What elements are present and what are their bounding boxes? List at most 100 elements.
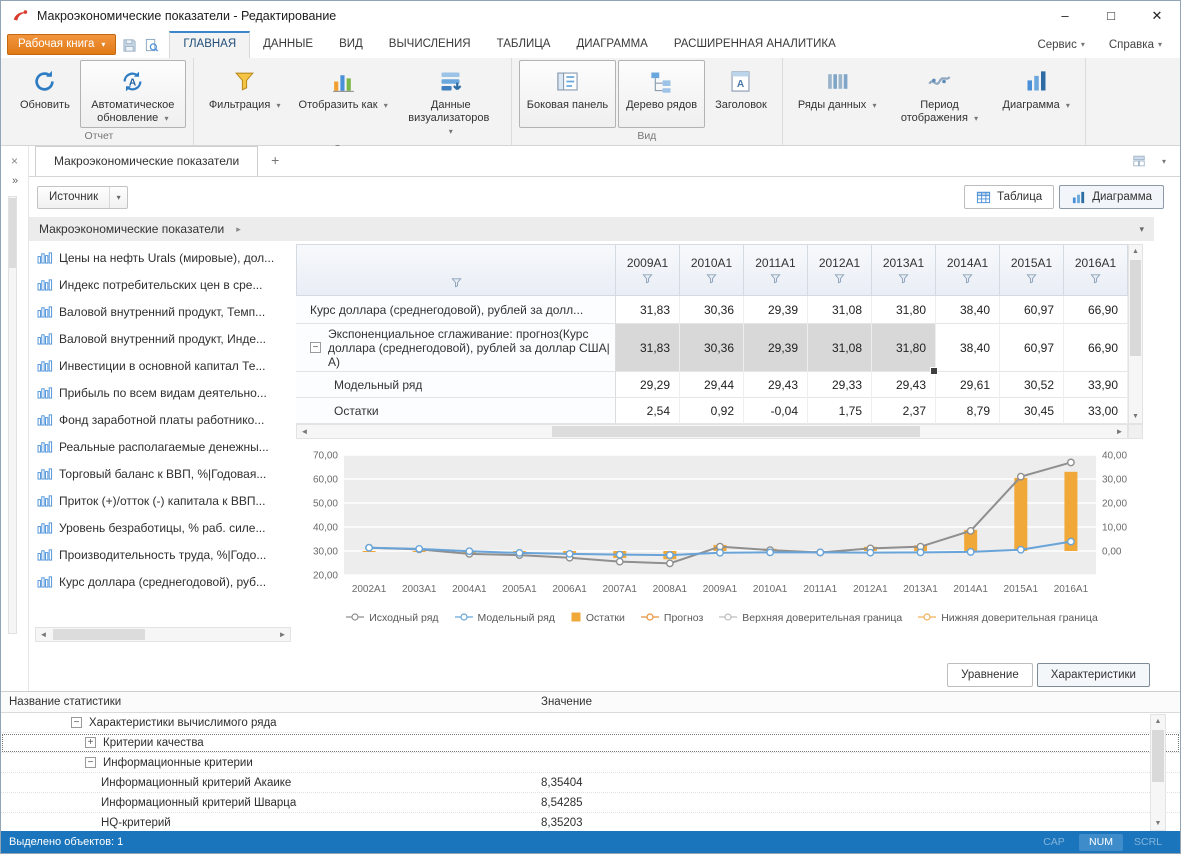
column-header[interactable]: 2011A1 — [744, 244, 808, 296]
table-horizontal-scrollbar[interactable]: ◄ ► — [296, 424, 1128, 439]
table-cell[interactable]: 2,37 — [872, 398, 936, 424]
series-tree-item[interactable]: Валовой внутренний продукт, Инде... — [33, 325, 295, 352]
table-cell[interactable]: 66,90 — [1064, 324, 1128, 372]
column-header[interactable]: 2014A1 — [936, 244, 1000, 296]
tree-toggle-icon[interactable]: + — [85, 737, 96, 748]
dropdown-caret-icon[interactable]: ▾ — [109, 187, 127, 208]
table-cell[interactable]: 29,39 — [744, 324, 808, 372]
legend-item[interactable]: Исходный ряд — [346, 611, 438, 625]
table-cell[interactable]: 60,97 — [1000, 296, 1064, 324]
ribbon-tab-2[interactable]: ВИД — [326, 31, 376, 58]
ribbon-tab-0[interactable]: ГЛАВНАЯ — [169, 31, 250, 58]
scroll-down-icon[interactable]: ▼ — [1129, 410, 1142, 423]
series-tree-item[interactable]: Прибыль по всем видам деятельно... — [33, 379, 295, 406]
top-menu-0[interactable]: Сервис▾ — [1037, 39, 1084, 51]
table-cell[interactable]: 0,92 — [680, 398, 744, 424]
ribbon-button-refresh[interactable]: Обновить — [12, 60, 78, 128]
tree-horizontal-scrollbar[interactable]: ◄ ► — [35, 627, 291, 642]
stats-row[interactable]: Информационный критерий Шварца8,54285 — [1, 793, 1180, 813]
legend-item[interactable]: Остатки — [571, 611, 625, 625]
table-cell[interactable]: 31,08 — [808, 324, 872, 372]
table-cell[interactable]: 30,36 — [680, 296, 744, 324]
filter-icon[interactable] — [451, 277, 462, 288]
result-tab-1[interactable]: Характеристики — [1037, 663, 1150, 687]
preview-icon[interactable] — [144, 38, 159, 53]
table-cell[interactable]: 38,40 — [936, 324, 1000, 372]
scrollbar-thumb[interactable] — [53, 629, 145, 640]
scroll-up-icon[interactable]: ▲ — [1151, 715, 1165, 728]
ribbon-button-chart[interactable]: Диаграмма ▾ — [995, 60, 1078, 128]
scrollbar-thumb[interactable] — [1152, 730, 1164, 782]
column-header[interactable]: 2009A1 — [616, 244, 680, 296]
table-cell[interactable]: 29,33 — [808, 372, 872, 398]
ribbon-button-display-as[interactable]: Отобразить как ▾ — [291, 60, 396, 141]
table-cell[interactable]: 29,43 — [872, 372, 936, 398]
column-header[interactable]: 2015A1 — [1000, 244, 1064, 296]
ribbon-button-header-title[interactable]: AЗаголовок — [707, 60, 775, 128]
scrollbar-track[interactable] — [1151, 728, 1165, 817]
source-button[interactable]: Источник ▾ — [37, 186, 128, 209]
table-cell[interactable]: 31,08 — [808, 296, 872, 324]
table-cell[interactable]: 8,79 — [936, 398, 1000, 424]
table-vertical-scrollbar[interactable]: ▲ ▼ — [1128, 244, 1143, 424]
stats-row[interactable]: −Информационные критерии — [1, 753, 1180, 773]
scrollbar-track[interactable] — [312, 425, 1112, 438]
ribbon-tab-1[interactable]: ДАННЫЕ — [250, 31, 326, 58]
table-cell[interactable]: 38,40 — [936, 296, 1000, 324]
add-tab-button[interactable]: + — [258, 146, 292, 176]
view-button-chart[interactable]: Диаграмма — [1059, 185, 1164, 209]
document-tab[interactable]: Макроэкономические показатели — [35, 146, 258, 176]
stats-row[interactable]: Информационный критерий Акаике8,35404 — [1, 773, 1180, 793]
collapse-toggle-icon[interactable]: − — [310, 342, 321, 353]
series-tree-item[interactable]: Валовой внутренний продукт, Темп... — [33, 298, 295, 325]
dropdown-caret-icon[interactable]: ▾ — [1162, 157, 1166, 166]
panel-expand-icon[interactable]: » — [1, 175, 28, 187]
maximize-button[interactable]: □ — [1088, 1, 1134, 31]
workbook-menu-button[interactable]: Рабочая книга ▾ — [7, 34, 116, 55]
report-section-header[interactable]: Макроэкономические показатели ▸ ▾ — [29, 217, 1154, 241]
ribbon-button-series-tree[interactable]: Дерево рядов — [618, 60, 705, 128]
table-cell[interactable]: 33,90 — [1064, 372, 1128, 398]
legend-item[interactable]: Верхняя доверительная граница — [719, 611, 902, 625]
table-cell[interactable]: 31,80 — [872, 296, 936, 324]
filter-icon[interactable] — [1090, 273, 1101, 284]
row-header[interactable]: Курс доллара (среднегодовой), рублей за … — [296, 296, 616, 324]
scrollbar-thumb[interactable] — [552, 426, 920, 437]
ribbon-button-display-period[interactable]: Период отображения ▾ — [887, 60, 993, 128]
legend-item[interactable]: Нижняя доверительная граница — [918, 611, 1098, 625]
minimize-button[interactable]: – — [1042, 1, 1088, 31]
series-tree-item[interactable]: Курс доллара (среднегодовой), руб... — [33, 568, 295, 595]
series-tree-item[interactable]: Реальные располагаемые денежны... — [33, 433, 295, 460]
filter-icon[interactable] — [898, 273, 909, 284]
table-cell[interactable]: 31,83 — [616, 324, 680, 372]
series-tree-item[interactable]: Приток (+)/отток (-) капитала к ВВП... — [33, 487, 295, 514]
column-header-rows[interactable] — [296, 244, 616, 296]
ribbon-button-data-series[interactable]: Ряды данных ▾ — [790, 60, 885, 128]
scrollbar-track[interactable] — [51, 628, 275, 641]
series-tree-item[interactable]: Инвестиции в основной капитал Те... — [33, 352, 295, 379]
table-cell[interactable]: 30,45 — [1000, 398, 1064, 424]
filter-icon[interactable] — [706, 273, 717, 284]
series-tree-item[interactable]: Уровень безработицы, % раб. силе... — [33, 514, 295, 541]
row-header[interactable]: Модельный ряд — [296, 372, 616, 398]
top-menu-1[interactable]: Справка▾ — [1109, 39, 1162, 51]
table-cell[interactable]: 60,97 — [1000, 324, 1064, 372]
tree-toggle-icon[interactable]: − — [71, 717, 82, 728]
table-cell[interactable]: -0,04 — [744, 398, 808, 424]
table-cell[interactable]: 33,00 — [1064, 398, 1128, 424]
scroll-up-icon[interactable]: ▲ — [1129, 245, 1142, 258]
dropdown-caret-icon[interactable]: ▾ — [1139, 224, 1144, 235]
series-tree-item[interactable]: Производительность труда, %|Годо... — [33, 541, 295, 568]
table-cell[interactable]: 31,80 — [872, 324, 936, 372]
stats-row[interactable]: HQ-критерий8,35203 — [1, 813, 1180, 831]
scrollbar-thumb[interactable] — [9, 198, 16, 268]
ribbon-button-visualizer-data[interactable]: Данные визуализаторов ▾ — [398, 60, 504, 141]
filter-icon[interactable] — [1026, 273, 1037, 284]
table-cell[interactable]: 31,83 — [616, 296, 680, 324]
report-layout-icon[interactable] — [1132, 154, 1146, 168]
column-header[interactable]: 2012A1 — [808, 244, 872, 296]
status-toggle-num[interactable]: NUM — [1079, 834, 1123, 851]
row-header[interactable]: Остатки — [296, 398, 616, 424]
column-header[interactable]: 2013A1 — [872, 244, 936, 296]
column-header[interactable]: 2010A1 — [680, 244, 744, 296]
